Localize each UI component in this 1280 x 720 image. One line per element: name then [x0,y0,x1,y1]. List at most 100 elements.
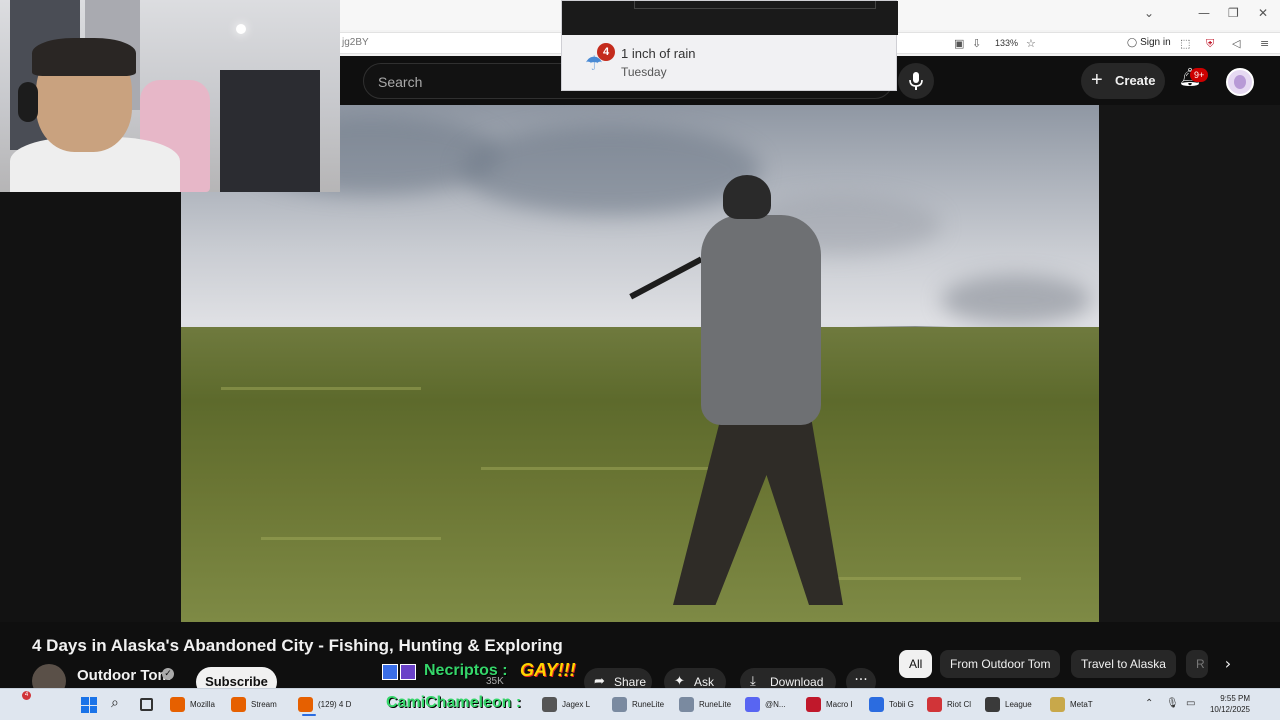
app-icon [806,697,821,712]
taskbar-app-label: Jagex L [562,700,591,709]
chip-all[interactable]: All [899,650,933,678]
shotgun [629,256,703,300]
taskbar-app-label: Mozilla [190,700,215,709]
install-app-icon[interactable]: ⇩ [972,37,981,50]
audio-icon[interactable]: ◁ [1232,37,1240,50]
taskbar-app[interactable]: Riot Cl [927,694,971,716]
taskbar-app[interactable]: @N... [745,694,786,716]
create-button[interactable]: + Create [1081,63,1165,99]
viewer-name: CamiChameleon : [386,694,522,711]
zoom-level[interactable]: 133% [995,38,1018,48]
taskbar-app-label: RuneLite [699,700,732,709]
tray-chevron-icon[interactable]: ⌃ [1145,698,1153,709]
screen: ⌄ — ❐ ✕ jg2BY ▣ ⇩ 133% ☆ Sign in ⬚ ⛨ ◁ ≡… [0,0,1280,720]
grass-field [181,327,1099,622]
extensions-icon[interactable]: ⬚ [1180,37,1190,50]
streamer [10,38,180,192]
maximize-icon[interactable]: ❐ [1228,6,1239,20]
app-icon [985,697,1000,712]
taskbar-app[interactable]: Stream [231,694,277,716]
notifications-badge: 9+ [1190,68,1209,82]
page-left-margin [0,192,181,622]
streamer-hair [32,38,136,76]
grass-streak [261,537,441,540]
taskbar-app[interactable]: (129) 4 D [298,694,351,716]
app-icon [170,697,185,712]
minimize-icon[interactable]: — [1198,6,1210,20]
app-icon [927,697,942,712]
close-window-icon[interactable]: ✕ [1258,6,1268,20]
reader-view-icon[interactable]: ▣ [954,37,964,50]
hunter-head [723,175,771,219]
taskbar-search-icon[interactable]: ⌕ [111,695,119,711]
app-icon [1050,697,1065,712]
search-placeholder: Search [378,74,423,90]
app-icon [231,697,246,712]
taskbar-app[interactable]: Jagex L [542,694,590,716]
chip-from-channel[interactable]: From Outdoor Tom [940,650,1061,678]
taskbar-app[interactable]: League [985,694,1032,716]
weather-badge: 4 [597,43,615,61]
download-label: Download [770,675,824,689]
hunter-body [701,215,821,425]
grass-streak [221,387,421,390]
task-view-icon[interactable] [140,698,153,711]
menu-icon[interactable]: ≡ [1260,37,1269,50]
chip-travel-alaska[interactable]: Travel to Alaska [1071,650,1176,678]
bookmark-star-icon[interactable]: ☆ [1026,37,1036,50]
taskbar-app-label: MetaT [1070,700,1093,709]
page-right-margin [1099,105,1280,622]
taskbar-app[interactable]: Tobii G [869,694,914,716]
chat-badges [382,664,418,682]
taskbar-app[interactable]: Mozilla [170,694,215,716]
taskbar-app[interactable]: RuneLite [612,694,664,716]
url-text[interactable]: jg2BY [342,37,369,48]
app-icon [612,697,627,712]
tab-list-icon[interactable]: ⌄ [1144,6,1154,20]
chat-message: GAY!!! [520,660,576,680]
channel-name[interactable]: Outdoor Tom [77,667,171,684]
cloud [941,275,1091,325]
taskbar-app-label: (129) 4 D [318,700,352,709]
webcam-overlay [0,0,340,192]
app-icon [869,697,884,712]
weather-popup-header [562,1,898,35]
chat-username: Necriptos : [424,662,508,679]
create-label: Create [1115,73,1156,88]
shield-extension-icon[interactable]: ⛨ [1206,37,1214,51]
signin-button[interactable]: Sign in [1127,37,1171,48]
webcam-cabinet [220,70,320,192]
account-avatar[interactable] [1226,68,1254,96]
windows-taskbar: 4 ⌕ Mozilla Stream (129) 4 D Jagex L RuneLit… [0,688,1280,720]
microphone-tray-icon[interactable]: 🎙︎ [1166,698,1179,709]
app-icon [298,697,313,712]
streamer-headset [18,82,38,122]
voice-search-button[interactable] [898,63,934,99]
ask-label: Ask [694,675,715,689]
app-icon [679,697,694,712]
weather-title: 1 inch of rain [621,46,696,61]
chip-truncated[interactable]: R [1186,650,1208,678]
weather-notification[interactable]: ☂ 4 1 inch of rain Tuesday [561,0,898,91]
taskbar-app-label: @N... [765,700,786,709]
widgets-badge[interactable]: 4 [22,691,31,700]
taskbar-app[interactable]: MetaT [1050,694,1093,716]
taskbar-app-label: Tobii G [889,700,914,709]
taskbar-app[interactable]: Macro I [806,694,853,716]
chevron-right-icon[interactable]: › [1216,652,1240,676]
windows-start-icon[interactable] [81,697,97,713]
plus-icon: + [1091,69,1103,91]
verified-check-icon: ✓ [162,668,174,680]
weather-popup-frame [634,1,876,9]
app-icon [542,697,557,712]
webcam-ceiling-light [236,24,246,34]
taskbar-app-label: League [1005,700,1032,709]
hunter-legs [673,405,843,605]
hunter-figure [629,175,881,615]
weather-subtitle: Tuesday [621,65,667,79]
clock-time[interactable]: 9:55 PM [1210,694,1250,703]
network-icon[interactable]: ▭ [1186,698,1195,709]
app-icon [745,697,760,712]
clock-date[interactable]: 10/12/2025 [1200,705,1250,714]
taskbar-app[interactable]: RuneLite [679,694,731,716]
